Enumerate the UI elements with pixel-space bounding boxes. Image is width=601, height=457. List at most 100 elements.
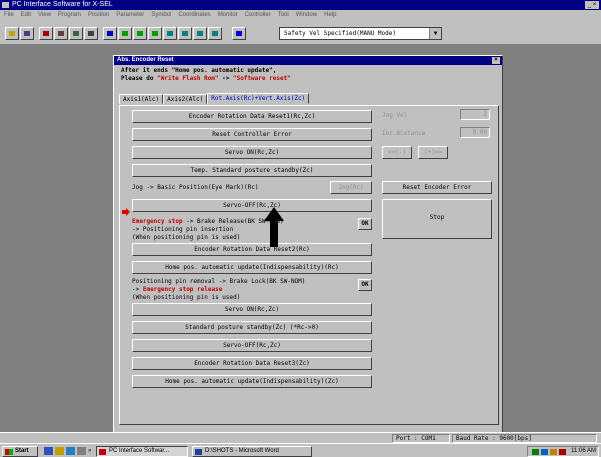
menu-help[interactable]: Help [324,10,336,21]
standard-standby-button[interactable]: Standard posture standby(Zc) (*Rc->0) [132,321,372,334]
jog-plus-button[interactable]: (+)>> [418,146,448,159]
toolbar: Safety Vel Specified(MANU Mode) ▼ [0,21,601,45]
status-baud: Baud Rate : 9600[bps] [452,434,597,443]
abs-encoder-reset-dialog: Abs. Encoder Reset × After it ends "Home … [113,55,503,433]
axis-tabs: Axis1(Alc) Axis2(Alc) Rot.Axis(Rc)+Vert.… [119,93,310,104]
close-icon[interactable]: × [492,57,500,64]
home-update-zc-button[interactable]: Home pos. automatic update(Indispensabil… [132,375,372,388]
menu-window[interactable]: Window [296,10,317,21]
tab-axis1[interactable]: Axis1(Alc) [119,94,164,104]
inc-distance-field[interactable]: 0.00 [460,127,490,138]
tab-rot-vert-axis[interactable]: Rot.Axis(Rc)+Vert.Axis(Zc) [207,93,310,104]
menu-symbol[interactable]: Symbol [151,10,171,21]
menu-edit[interactable]: Edit [21,10,31,21]
window-controls[interactable]: _ × [585,1,599,9]
menu-tool[interactable]: Tool [278,10,289,21]
app-task-icon [99,449,106,455]
tab-axis2[interactable]: Axis2(Alc) [163,94,208,104]
open-icon[interactable] [5,27,19,40]
start-button[interactable]: Start [2,446,38,457]
cut-icon[interactable] [54,27,68,40]
app-icon [2,2,9,8]
task-word[interactable]: D:\SHOTS - Microsoft Word [192,446,312,457]
encoder-reset3-button[interactable]: Encoder Rotation Data Reset3(Zc) [132,357,372,370]
title-bar: PC Interface Software for X-SEL _ × [0,0,601,10]
current-step-arrow-icon [122,201,130,216]
emergency-stop-label: Emergency stop -> Brake Release(BK SW-RL… [132,218,284,225]
servo-off-button-2[interactable]: Servo-OFF(Rc,Zc) [132,339,372,352]
ie-icon[interactable] [44,447,53,455]
pin-used-note-1: (When positioning pin is used) [132,234,241,241]
tray-icon-3[interactable] [550,449,557,455]
pos-icon[interactable] [208,27,222,40]
download-icon[interactable] [103,27,117,40]
temp-standby-button[interactable]: Temp. Standard posture standby(Zc) [132,164,372,177]
menu-parameter[interactable]: Parameter [116,10,144,21]
stop-button[interactable]: Stop [382,199,492,239]
home-update-rc-button[interactable]: Home pos. automatic update(Indispensabil… [132,261,372,274]
menu-controller[interactable]: Controller [245,10,271,21]
emergency-release-label: -> Emergency stop release [132,286,223,293]
stop-icon[interactable] [232,27,246,40]
tray-icon-1[interactable] [532,449,539,455]
paste-icon[interactable] [84,27,98,40]
encoder-reset1-button[interactable]: Encoder Rotation Data Reset1(Rc,Zc) [132,110,372,123]
desktop-icon[interactable] [66,447,75,455]
ok-button-2[interactable]: OK [358,279,372,291]
mode-select[interactable]: Safety Vel Specified(MANU Mode) ▼ [279,27,442,40]
menu-position[interactable]: Position [88,10,109,21]
explorer-icon[interactable] [55,447,64,455]
menu-view[interactable]: View [38,10,51,21]
reset-controller-error-button[interactable]: Reset Controller Error [132,128,372,141]
jog-minus-button[interactable]: <<(-) [382,146,412,159]
jog-vel-field[interactable]: 2 [460,109,490,120]
tray-icon-2[interactable] [541,449,548,455]
menu-file[interactable]: File [4,10,14,21]
word-icon [195,449,202,455]
copy-icon[interactable] [69,27,83,40]
tray-icon-4[interactable] [559,449,566,455]
inc-distance-label: Inc.Distance [382,130,426,137]
jog-basic-position-label: Jog -> Basic Position(Eye Mark)(Rc) [132,184,259,191]
tab-panel: Encoder Rotation Data Reset1(Rc,Zc) Rese… [119,105,499,425]
quicklaunch-more-icon[interactable]: » [88,446,91,456]
servo-off-button-1[interactable]: Servo-OFF(Rc,Zc) [132,199,372,212]
servo-on-button-2[interactable]: Servo ON(Rc,Zc) [132,303,372,316]
step-icon[interactable] [133,27,147,40]
run-icon[interactable] [118,27,132,40]
edit-icon[interactable] [39,27,53,40]
pin-used-note-2: (When positioning pin is used) [132,294,241,301]
taskbar: Start » PC Interface Softwar... D:\SHOTS… [0,443,601,457]
window-title: PC Interface Software for X-SEL [12,1,113,8]
clock: 11:06 AM [571,448,596,454]
menu-bar: File Edit View Program Position Paramete… [0,10,601,21]
reset-encoder-error-button[interactable]: Reset Encoder Error [382,181,492,194]
jog-vel-label: Jog Vel [382,112,408,119]
dialog-title: Abs. Encoder Reset [117,57,174,63]
chevron-down-icon[interactable]: ▼ [429,28,441,39]
menu-monitor[interactable]: Monitor [218,10,238,21]
pin-removal-label: Positioning pin removal -> Brake Lock(BK… [132,278,306,285]
dialog-title-bar: Abs. Encoder Reset × [114,56,502,65]
menu-coordinates[interactable]: Coordinates [178,10,210,21]
ok-button-1[interactable]: OK [358,218,372,230]
pin-insert-label: -> Positioning pin insertion [132,226,234,233]
menu-program[interactable]: Program [58,10,81,21]
save-icon[interactable] [20,27,34,40]
monitor-icon[interactable] [163,27,177,40]
jog-button[interactable]: Jog(Rc) [330,181,372,194]
servo-on-button-1[interactable]: Servo ON(Rc,Zc) [132,146,372,159]
pause-icon[interactable] [148,27,162,40]
status-bar: Port : COM1 Baud Rate : 9600[bps] [0,432,601,443]
channels-icon[interactable] [77,447,86,455]
instruction-line-2: Please do "Write Flash Rom" -> "Software… [121,75,291,82]
pointer-arrow-icon [264,207,284,247]
instruction-line-1: After it ends "Home pos. automatic updat… [121,67,277,74]
var-icon[interactable] [193,27,207,40]
task-pc-interface[interactable]: PC Interface Softwar... [96,446,188,457]
encoder-reset2-button[interactable]: Encoder Rotation Data Reset2(Rc) [132,243,372,256]
system-tray: 11:06 AM [527,446,599,457]
io-icon[interactable] [178,27,192,40]
windows-logo-icon [5,449,13,455]
status-port: Port : COM1 [392,434,450,443]
